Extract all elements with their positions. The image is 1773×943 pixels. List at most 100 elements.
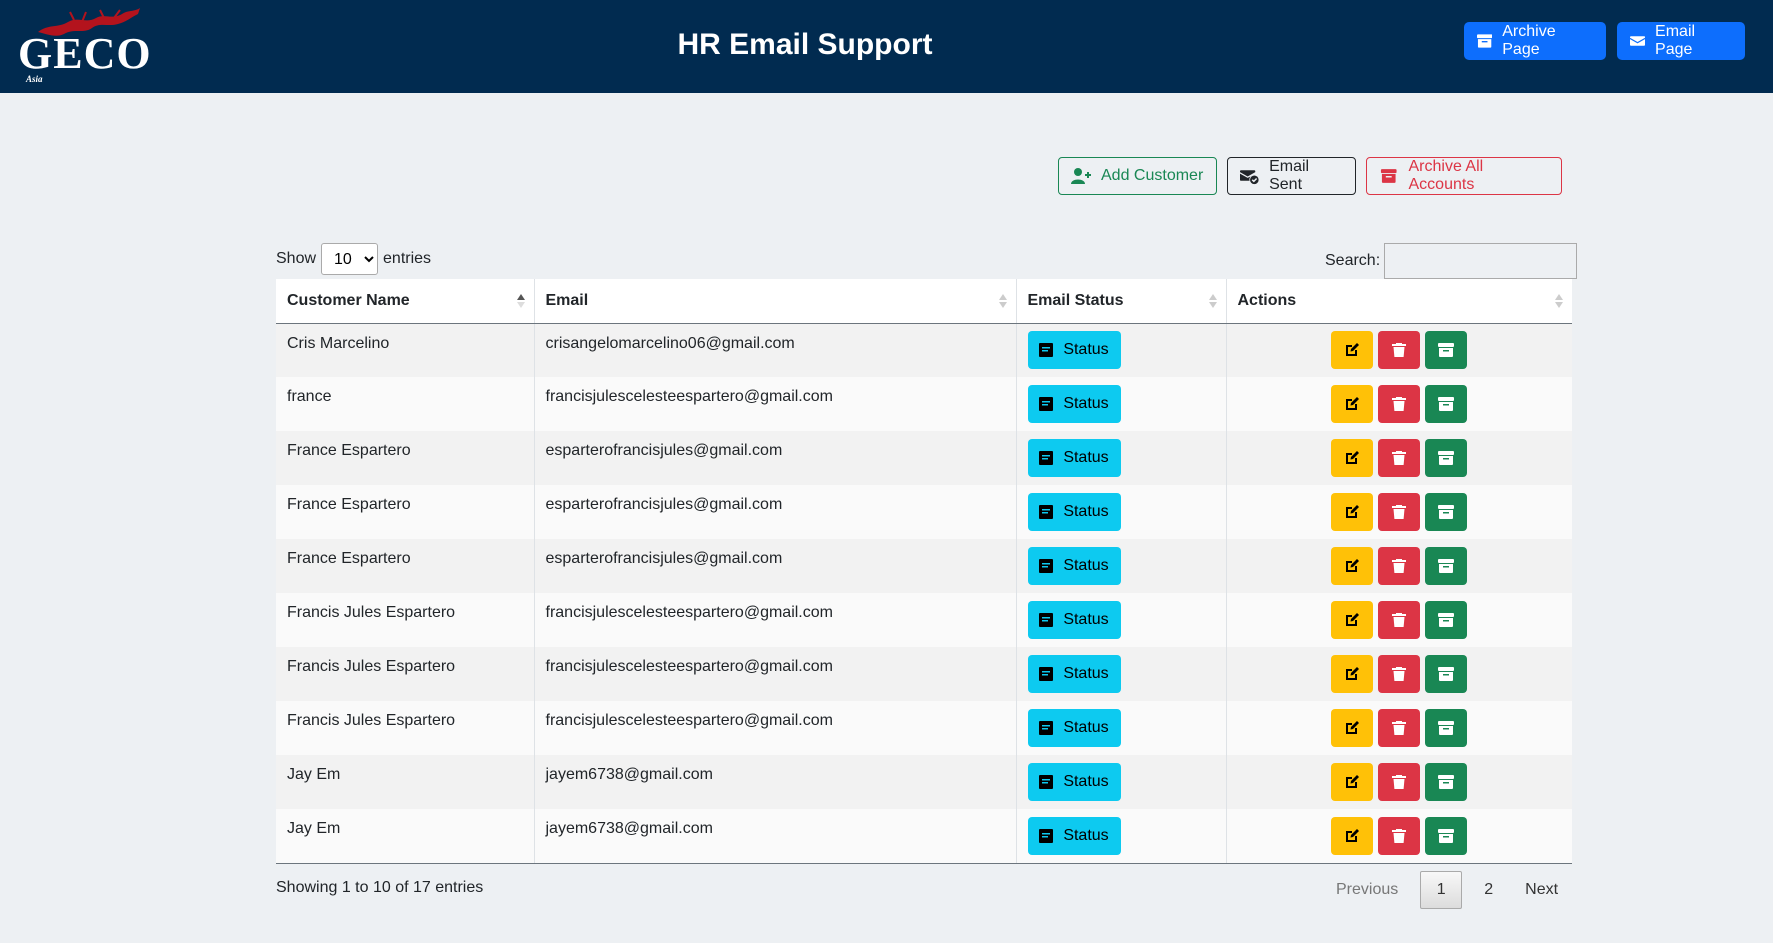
email-sent-label: Email Sent [1269, 158, 1310, 193]
list-alt-icon [1039, 828, 1054, 843]
delete-button[interactable] [1378, 655, 1421, 693]
customer-name-cell: Cris Marcelino [276, 323, 535, 377]
archive-all-accounts-button[interactable]: Archive All Accounts [1366, 157, 1562, 195]
archive-page-button[interactable]: Archive Page [1464, 22, 1606, 60]
delete-button[interactable] [1378, 439, 1421, 477]
status-button[interactable]: Status [1027, 547, 1121, 585]
status-button[interactable]: Status [1027, 655, 1121, 693]
status-button[interactable]: Status [1027, 763, 1121, 801]
entries-select[interactable]: 10 [321, 243, 379, 275]
delete-button[interactable] [1378, 493, 1421, 531]
archive-button[interactable] [1425, 439, 1468, 477]
email-page-button[interactable]: Email Page [1617, 22, 1745, 60]
status-button-label: Status [1063, 826, 1109, 844]
page-button-1[interactable]: 1 [1420, 871, 1463, 909]
delete-button[interactable] [1378, 763, 1421, 801]
edit-button[interactable] [1331, 439, 1374, 477]
trash-icon [1392, 613, 1407, 627]
status-button-label: Status [1063, 665, 1109, 682]
edit-button[interactable] [1331, 331, 1374, 370]
email-status-cell: Status [1016, 755, 1227, 809]
status-button[interactable]: Status [1027, 439, 1121, 477]
customer-name-cell: France Espartero [276, 485, 535, 539]
archive-button[interactable] [1425, 709, 1468, 747]
email-cell: jayem6738@gmail.com [534, 755, 1017, 809]
delete-button[interactable] [1378, 601, 1421, 639]
archive-button[interactable] [1425, 763, 1468, 801]
actions-cell [1226, 755, 1572, 809]
search-input[interactable] [1384, 243, 1578, 279]
email-cell: esparterofrancisjules@gmail.com [534, 485, 1017, 539]
archive-button[interactable] [1425, 331, 1468, 370]
col-email-status[interactable]: Email Status [1016, 279, 1227, 324]
status-button-label: Status [1063, 341, 1109, 359]
sort-icon [1208, 294, 1217, 308]
status-button[interactable]: Status [1027, 331, 1121, 370]
status-button[interactable]: Status [1027, 816, 1121, 855]
actions-cell [1226, 485, 1572, 539]
delete-button[interactable] [1378, 709, 1421, 747]
status-button[interactable]: Status [1027, 493, 1121, 531]
edit-icon [1346, 397, 1360, 410]
edit-button[interactable] [1331, 655, 1374, 693]
delete-button[interactable] [1378, 816, 1421, 855]
email-cell: jayem6738@gmail.com [534, 809, 1017, 864]
archive-button[interactable] [1425, 385, 1468, 423]
status-button-label: Status [1063, 557, 1109, 574]
archive-icon [1438, 775, 1455, 789]
email-sent-button[interactable]: Email Sent [1227, 157, 1356, 195]
delete-button[interactable] [1378, 547, 1421, 585]
email-cell: francisjulescelesteespartero@gmail.com [534, 593, 1017, 647]
actions-cell [1226, 593, 1572, 647]
email-status-cell: Status [1016, 593, 1227, 647]
delete-button[interactable] [1378, 331, 1421, 370]
status-button[interactable]: Status [1027, 709, 1121, 747]
list-alt-icon [1039, 559, 1054, 573]
edit-button[interactable] [1331, 385, 1374, 423]
next-page-button[interactable]: Next [1509, 871, 1574, 909]
table-row: Cris Marcelino crisangelomarcelino06@gmai… [276, 323, 1572, 377]
table-row: Francis Jules Espartero francisjulesceles… [276, 593, 1572, 647]
edit-icon [1346, 613, 1360, 626]
status-button[interactable]: Status [1027, 385, 1121, 423]
delete-button[interactable] [1378, 385, 1421, 423]
archive-button[interactable] [1425, 601, 1468, 639]
trash-icon [1392, 397, 1407, 411]
edit-icon [1346, 343, 1360, 357]
list-alt-icon [1039, 505, 1054, 519]
page-button-2[interactable]: 2 [1468, 871, 1509, 909]
edit-button[interactable] [1331, 601, 1374, 639]
edit-icon [1346, 559, 1360, 572]
archive-button[interactable] [1425, 816, 1468, 855]
edit-button[interactable] [1331, 709, 1374, 747]
edit-button[interactable] [1331, 816, 1374, 855]
email-page-label: Email Page [1655, 23, 1696, 58]
envelope-icon [1630, 36, 1646, 46]
edit-button[interactable] [1331, 493, 1374, 531]
edit-button[interactable] [1331, 547, 1374, 585]
customers-table: Customer Name Email Email Status Actions… [276, 279, 1572, 864]
archive-icon [1438, 559, 1455, 573]
col-customer-name[interactable]: Customer Name [276, 279, 535, 324]
sort-icon [1555, 294, 1563, 308]
edit-button[interactable] [1331, 763, 1374, 801]
status-button[interactable]: Status [1027, 601, 1121, 639]
col-email[interactable]: Email [534, 279, 1017, 324]
col-actions[interactable]: Actions [1226, 279, 1572, 324]
customer-name-cell: Francis Jules Espartero [276, 647, 535, 701]
trash-icon [1392, 343, 1407, 358]
add-customer-button[interactable]: Add Customer [1058, 157, 1217, 195]
archive-button[interactable] [1425, 493, 1468, 531]
table-row: Francis Jules Espartero francisjulesceles… [276, 701, 1572, 755]
col-actions-label: Actions [1237, 291, 1297, 309]
list-alt-icon [1039, 613, 1054, 627]
edit-icon [1346, 721, 1360, 734]
entries-label: entries [383, 250, 432, 267]
archive-button[interactable] [1425, 655, 1468, 693]
status-button-label: Status [1063, 395, 1109, 412]
email-cell: francisjulescelesteespartero@gmail.com [534, 377, 1017, 431]
previous-page-button[interactable]: Previous [1320, 871, 1414, 909]
archive-button[interactable] [1425, 547, 1468, 585]
table-row: Jay Em jayem6738@gmail.com Status [276, 809, 1572, 864]
list-alt-icon [1039, 451, 1054, 465]
